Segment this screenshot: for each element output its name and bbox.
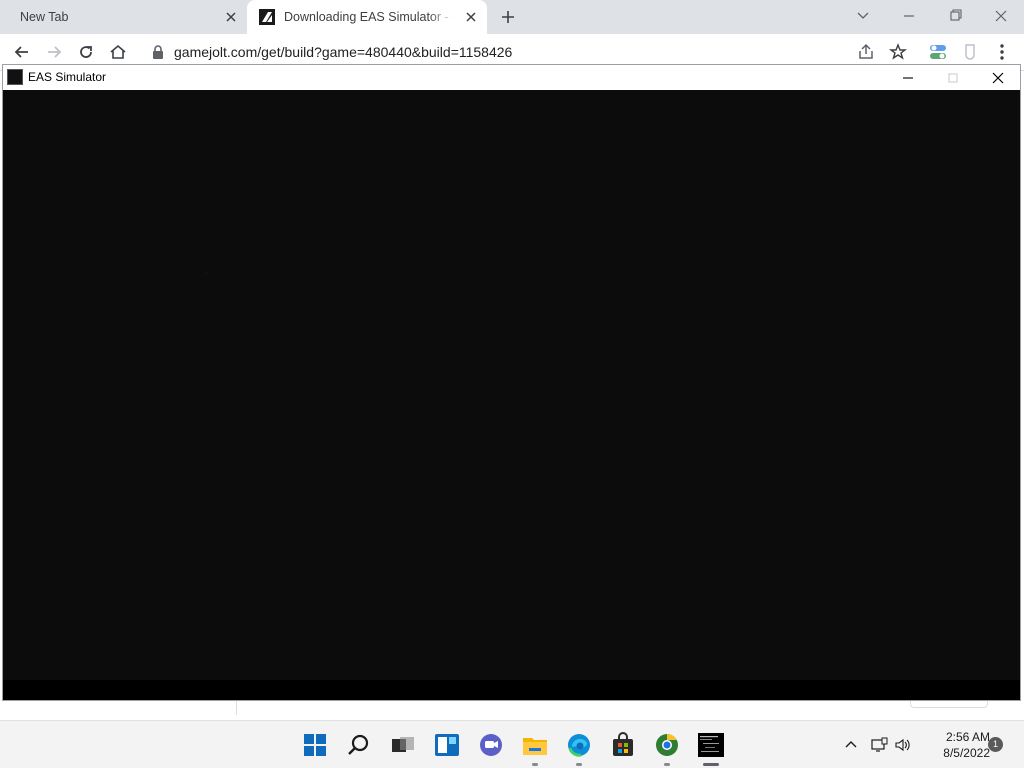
gamejolt-icon xyxy=(259,9,275,25)
new-tab-icon[interactable] xyxy=(499,8,517,26)
minimize-icon[interactable] xyxy=(898,6,920,26)
running-indicator xyxy=(576,763,582,766)
tab-new-tab[interactable]: New Tab xyxy=(0,0,247,34)
task-view-icon[interactable] xyxy=(389,731,417,759)
url-text: gamejolt.com/get/build?game=480440&build… xyxy=(174,44,513,60)
eas-simulator-icon[interactable] xyxy=(697,731,725,759)
clock-date: 8/5/2022 xyxy=(943,746,990,760)
start-icon[interactable] xyxy=(301,731,329,759)
share-icon[interactable] xyxy=(856,42,876,62)
menu-kebab-icon[interactable] xyxy=(992,42,1012,62)
network-icon[interactable] xyxy=(870,737,888,753)
app-icon xyxy=(7,69,23,85)
game-canvas[interactable] xyxy=(3,90,1020,700)
maximize-icon[interactable] xyxy=(944,69,962,87)
close-tab-icon[interactable] xyxy=(223,9,239,25)
running-indicator xyxy=(532,763,538,766)
chat-icon[interactable] xyxy=(477,731,505,759)
volume-icon[interactable] xyxy=(894,737,912,753)
running-indicator xyxy=(664,763,670,766)
close-window-icon[interactable] xyxy=(990,6,1012,26)
restore-icon[interactable] xyxy=(944,6,966,26)
window-title-bar[interactable]: EAS Simulator xyxy=(3,65,1020,90)
file-explorer-icon[interactable] xyxy=(521,731,549,759)
profile-icon[interactable] xyxy=(960,42,980,62)
clock-time: 2:56 AM xyxy=(945,730,990,744)
search-icon[interactable] xyxy=(345,731,373,759)
close-icon[interactable] xyxy=(989,69,1007,87)
home-icon[interactable] xyxy=(108,42,128,62)
eas-simulator-window[interactable]: EAS Simulator xyxy=(2,64,1021,701)
edge-icon[interactable] xyxy=(565,731,593,759)
tab-title: Downloading EAS Simulator - Game Jolt xyxy=(284,10,454,24)
browser-page-area xyxy=(0,701,1024,720)
page-box-edge xyxy=(910,701,988,708)
running-indicator-active xyxy=(703,763,719,766)
window-title: EAS Simulator xyxy=(28,70,107,84)
taskbar: 2:56 AM 8/5/2022 1 xyxy=(0,720,1024,768)
address-bar[interactable]: gamejolt.com/get/build?game=480440&build… xyxy=(144,38,884,66)
tab-search-chevron-icon[interactable] xyxy=(852,6,874,26)
page-divider xyxy=(236,701,237,715)
close-tab-icon[interactable] xyxy=(463,9,479,25)
chrome-canary-icon[interactable] xyxy=(653,731,681,759)
back-icon[interactable] xyxy=(12,42,32,62)
lock-icon[interactable] xyxy=(152,45,164,59)
chevron-up-icon[interactable] xyxy=(842,737,860,753)
minimize-icon[interactable] xyxy=(899,69,917,87)
store-icon[interactable] xyxy=(609,731,637,759)
forward-icon[interactable] xyxy=(44,42,64,62)
bookmark-star-icon[interactable] xyxy=(888,42,908,62)
widgets-icon[interactable] xyxy=(433,731,461,759)
extension-toggle-icon[interactable] xyxy=(928,42,948,62)
reload-icon[interactable] xyxy=(76,42,96,62)
game-canvas-bottom-bar xyxy=(3,680,1020,700)
tab-title: New Tab xyxy=(20,10,69,24)
notification-badge[interactable]: 1 xyxy=(988,737,1003,752)
tab-downloading-eas-simulator[interactable]: Downloading EAS Simulator - Game Jolt xyxy=(247,0,487,34)
browser-tab-strip: New Tab Downloading EAS Simulator - Game… xyxy=(0,0,1024,34)
system-clock[interactable]: 2:56 AM 8/5/2022 xyxy=(920,729,990,761)
